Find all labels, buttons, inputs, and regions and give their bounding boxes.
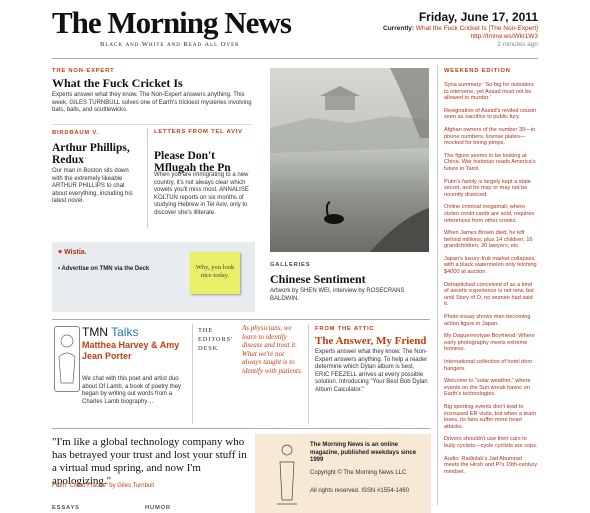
ad-sticky-note[interactable]: Why, you look nice today. bbox=[190, 252, 240, 294]
weekend-item[interactable]: Big sporting events don't lead to increa… bbox=[444, 404, 538, 430]
section-essays[interactable]: Essays bbox=[52, 505, 80, 511]
feature-kicker[interactable]: The Non-Expert bbox=[52, 68, 114, 74]
section-humor[interactable]: Humor bbox=[145, 505, 171, 511]
weekend-item[interactable]: Putin's family is largely kept a state s… bbox=[444, 179, 538, 199]
editors-quote[interactable]: As physicians, we learn to identify dise… bbox=[242, 324, 304, 376]
story1-title[interactable]: Arthur Phillips, Redux bbox=[52, 142, 142, 166]
column-divider bbox=[192, 324, 193, 424]
weekend-item[interactable]: Online criminal megamall, where stolen c… bbox=[444, 204, 538, 224]
weekend-item[interactable]: Photo essay shows man becoming action fi… bbox=[444, 314, 538, 327]
advertise-link-text: Advertise on TMN via the Deck bbox=[61, 266, 150, 272]
divider bbox=[52, 124, 252, 125]
header-rule bbox=[52, 58, 538, 59]
tweet-info: http://tmnw.ws/WkI1W3 2 minutes ago bbox=[470, 33, 538, 49]
gallery-body: Artwork by SHEN WEI, interview by ROSECR… bbox=[270, 288, 405, 302]
story1-kicker[interactable]: Birdbaum v. bbox=[52, 130, 99, 136]
weekend-item[interactable]: When James Brown died, he left behind mi… bbox=[444, 230, 538, 250]
attic-body: Experts answer what they know. The Non-E… bbox=[315, 349, 428, 393]
gallery-photo-art bbox=[270, 68, 429, 252]
feature-title[interactable]: What the Fuck Cricket Is bbox=[52, 77, 183, 89]
header-date: Friday, June 17, 2011 bbox=[418, 10, 538, 24]
footer-rights: All rights reserved. ISSN #1554-1460 bbox=[310, 488, 410, 494]
currently-label: Currently: bbox=[383, 25, 415, 32]
talks-illustration[interactable] bbox=[54, 326, 80, 392]
section-rule bbox=[52, 319, 430, 320]
column-divider bbox=[308, 324, 309, 424]
advertise-link[interactable]: • Advertise on TMN via the Deck bbox=[58, 266, 149, 274]
weekend-item[interactable]: Afghan owners of the number 39—in phone … bbox=[444, 127, 538, 147]
talks-sketch bbox=[58, 334, 76, 384]
weekend-item[interactable]: Japan's luxury-fruit market collapses, w… bbox=[444, 256, 538, 276]
feature-body: Experts answer what they know. The Non-E… bbox=[52, 92, 252, 113]
weekend-item[interactable]: Dehapticked conceived of as a kind of as… bbox=[444, 282, 538, 308]
column-divider bbox=[437, 65, 438, 505]
section-rule bbox=[52, 428, 430, 429]
tweet-link[interactable]: http://tmnw.ws/WkI1W3 bbox=[470, 33, 538, 41]
weekend-item[interactable]: Audio: Radiolab's Jad Abumrad meets the … bbox=[444, 456, 538, 476]
ad-label[interactable]: ♥ Wistia. bbox=[58, 249, 87, 256]
talks-heading[interactable]: TMN Talks bbox=[82, 325, 138, 339]
talks-names[interactable]: Matthea Harvey & Amy Jean Porter bbox=[82, 340, 182, 361]
weekend-item[interactable]: Welcome to "solar weather," where events… bbox=[444, 378, 538, 398]
weekend-list: Syria summary: 'So big for outsiders to … bbox=[444, 82, 538, 481]
footer-about: The Morning News is an online magazine, … bbox=[310, 442, 417, 463]
tweet-age: 2 minutes ago bbox=[497, 41, 538, 48]
gallery-kicker[interactable]: Galleries bbox=[270, 262, 310, 268]
currently-link[interactable]: What the Fuck Cricket Is [The Non-Expert… bbox=[416, 25, 538, 32]
pull-quote[interactable]: "I'm like a global technology company wh… bbox=[52, 436, 247, 488]
talks-tmn: TMN bbox=[82, 325, 108, 339]
attic-title[interactable]: The Answer, My Friend bbox=[315, 335, 426, 347]
weekend-item[interactable]: The figure seems to be looking at China.… bbox=[444, 153, 538, 173]
talks-body: We chat with this poet and artist duo ab… bbox=[82, 376, 182, 405]
gallery-photo[interactable] bbox=[270, 68, 429, 252]
story2-title[interactable]: Please Don't Mflugah the Pn bbox=[154, 150, 252, 174]
currently-status: Currently: What the Fuck Cricket Is [The… bbox=[383, 25, 538, 32]
masthead-tagline: Black and White and Read All Over bbox=[100, 41, 240, 48]
editors-desk-label[interactable]: The Editors' Desk bbox=[198, 326, 236, 353]
footer-copyright: Copyright © The Morning News LLC bbox=[310, 470, 407, 476]
weekend-item[interactable]: Drivers shouldn't use their cars to bull… bbox=[444, 436, 538, 449]
talks-word: Talks bbox=[111, 325, 139, 339]
ad-brand: Wistia. bbox=[64, 249, 87, 256]
weekend-kicker: Weekend Edition bbox=[444, 68, 511, 74]
weekend-item[interactable]: Resignation of Assad's reviled cousin se… bbox=[444, 108, 538, 121]
footer-sketch bbox=[277, 444, 297, 505]
gallery-title[interactable]: Chinese Sentiment bbox=[270, 273, 366, 285]
story2-body: When you are immigrating to a new countr… bbox=[154, 172, 249, 216]
column-divider bbox=[147, 128, 148, 228]
quote-source[interactable]: From "Cloud Fracas" by Giles Turnbull bbox=[52, 483, 154, 489]
story2-kicker[interactable]: Letters from Tel Aviv bbox=[154, 128, 252, 136]
weekend-item[interactable]: International collection of hotel door h… bbox=[444, 359, 538, 372]
attic-kicker[interactable]: From the Attic bbox=[315, 326, 375, 332]
story1-body: Our man in Boston sits down with the ext… bbox=[52, 168, 133, 204]
footer-illustration bbox=[275, 440, 299, 508]
masthead-title[interactable]: The Morning News bbox=[52, 6, 292, 40]
weekend-item[interactable]: Syria summary: 'So big for outsiders to … bbox=[444, 82, 538, 102]
weekend-item[interactable]: My Daguerreotype Boyfriend: Where early … bbox=[444, 333, 538, 353]
